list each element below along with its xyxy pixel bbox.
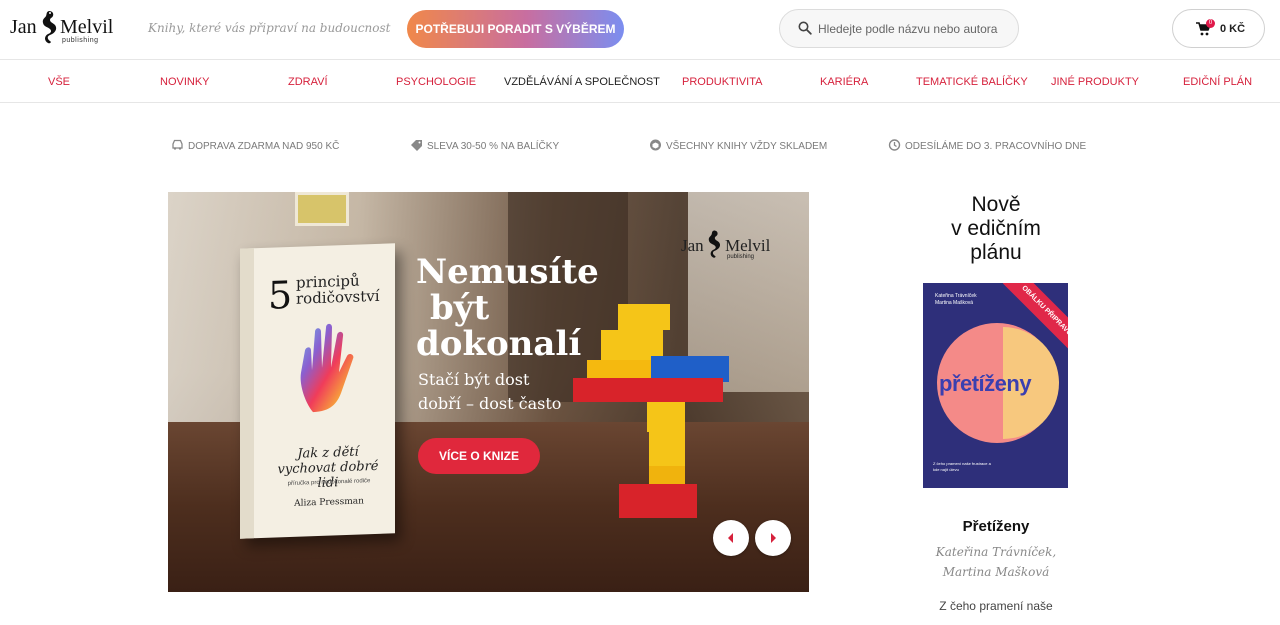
box-icon [650, 139, 661, 151]
nav-item-produktivita[interactable]: PRODUKTIVITA [682, 76, 762, 88]
painted-hand-icon [300, 323, 354, 413]
cover-title: přetíženy [939, 371, 1032, 396]
side-title-line-3: plánu [970, 241, 1022, 264]
book-title: principů rodičovství [296, 272, 380, 308]
headline-line-1: Nemusíte [416, 252, 599, 292]
carousel-prev-button[interactable] [713, 520, 749, 556]
benefit-dispatch-text: ODESÍLÁME DO 3. PRACOVNÍHO DNE [905, 141, 1087, 152]
cover-tagline: Z čeho pramení naše frustrace a kde nají… [933, 461, 991, 472]
headline-line-3: dokonalí [416, 324, 582, 364]
book-author: Aliza Pressman [294, 496, 364, 509]
benefit-stock-text: VŠECHNY KNIHY VŽDY SKLADEM [666, 141, 828, 152]
upcoming-book-cover[interactable]: Kateřina Trávníček Martina Mašková přetí… [923, 283, 1068, 488]
gecko-icon [42, 11, 57, 44]
hero-logo-left: Jan [681, 236, 704, 255]
book-number: 5 [268, 272, 293, 318]
benefit-shipping-text: DOPRAVA ZDARMA NAD 950 KČ [188, 141, 340, 152]
search-input[interactable] [818, 19, 1008, 39]
nav-item-edicni-plan[interactable]: EDIČNÍ PLÁN [1183, 76, 1252, 88]
tag-icon [411, 140, 422, 151]
subline-line-1: Stačí být dost [418, 370, 530, 389]
category-nav: VŠE NOVINKY ZDRAVÍ PSYCHOLOGIE VZDĚLÁVÁN… [0, 61, 1280, 103]
nav-item-vse[interactable]: VŠE [48, 76, 70, 88]
upcoming-book-description: Z čeho pramení naše [939, 599, 1053, 613]
upcoming-book-title[interactable]: Přetíženy [920, 518, 1072, 535]
upcoming-author-2: Martina Mašková [942, 565, 1050, 579]
chevron-left-icon [728, 533, 733, 543]
cart-price: 0 KČ [1220, 23, 1246, 35]
cart-button[interactable]: 0 0 KČ [1172, 9, 1265, 48]
jan-melvil-logo[interactable]: Jan Melvil publishing [8, 8, 114, 48]
cart-count-badge: 0 [1206, 19, 1215, 28]
car-icon [172, 139, 183, 150]
clock-icon [888, 139, 901, 151]
carousel-next-button[interactable] [755, 520, 791, 556]
upcoming-author-1: Kateřina Trávníček, [935, 545, 1057, 559]
logo-word-right: Melvil [60, 16, 114, 38]
headline-line-2: být [430, 288, 490, 328]
nav-item-vzdelavani[interactable]: VZDĚLÁVÁNÍ A SPOLEČNOST [504, 76, 660, 88]
book-spine [240, 248, 254, 539]
chevron-right-icon [771, 533, 776, 543]
nav-item-psychologie[interactable]: PSYCHOLOGIE [396, 76, 476, 88]
cover-authors: Kateřina Trávníček Martina Mašková [935, 293, 977, 306]
search-box [779, 9, 1019, 48]
lego-tower-icon [573, 304, 729, 518]
hero-banner[interactable]: 5 principů rodičovství Jak z dětí vychov… [168, 192, 809, 592]
hero-wall-picture [295, 192, 349, 226]
advise-button[interactable]: POTŘEBUJI PORADIT S VÝBĚREM [407, 10, 624, 48]
hero-book-cover[interactable]: 5 principů rodičovství Jak z dětí vychov… [240, 243, 395, 539]
book-title-line-2: rodičovství [296, 286, 380, 308]
hero-headline: Nemusíte být dokonalí [416, 254, 599, 362]
nav-item-jine-produkty[interactable]: JINÉ PRODUKTY [1051, 76, 1139, 88]
search-icon [798, 21, 812, 35]
upcoming-book-authors: Kateřina Trávníček, Martina Mašková [920, 542, 1072, 582]
side-title-line-2: v edičním [951, 217, 1041, 240]
side-section-title: Nově v edičním plánu [920, 193, 1072, 265]
tagline: Knihy, které vás připraví na budoucnost [148, 21, 391, 35]
hero-logo-sub: publishing [727, 254, 755, 260]
site-header: Jan Melvil publishing Knihy, které vás p… [0, 0, 1280, 60]
subline-line-2: dobří – dost často [418, 394, 562, 413]
hero-subline: Stačí být dost dobří – dost často [418, 368, 561, 416]
more-about-book-button[interactable]: VÍCE O KNIZE [418, 438, 540, 474]
gecko-icon [708, 230, 721, 258]
hero-logo-right: Melvil [725, 236, 771, 255]
nav-item-tematicke-balicky[interactable]: TEMATICKÉ BALÍČKY [916, 76, 1028, 88]
nav-item-kariera[interactable]: KARIÉRA [820, 76, 868, 88]
nav-item-novinky[interactable]: NOVINKY [160, 76, 210, 88]
logo-word-left: Jan [10, 16, 37, 38]
side-title-line-1: Nově [971, 193, 1021, 216]
logo-sub: publishing [62, 37, 99, 44]
nav-item-zdravi[interactable]: ZDRAVÍ [288, 76, 328, 88]
benefit-discount-text: SLEVA 30-50 % NA BALÍČKY [427, 141, 560, 152]
